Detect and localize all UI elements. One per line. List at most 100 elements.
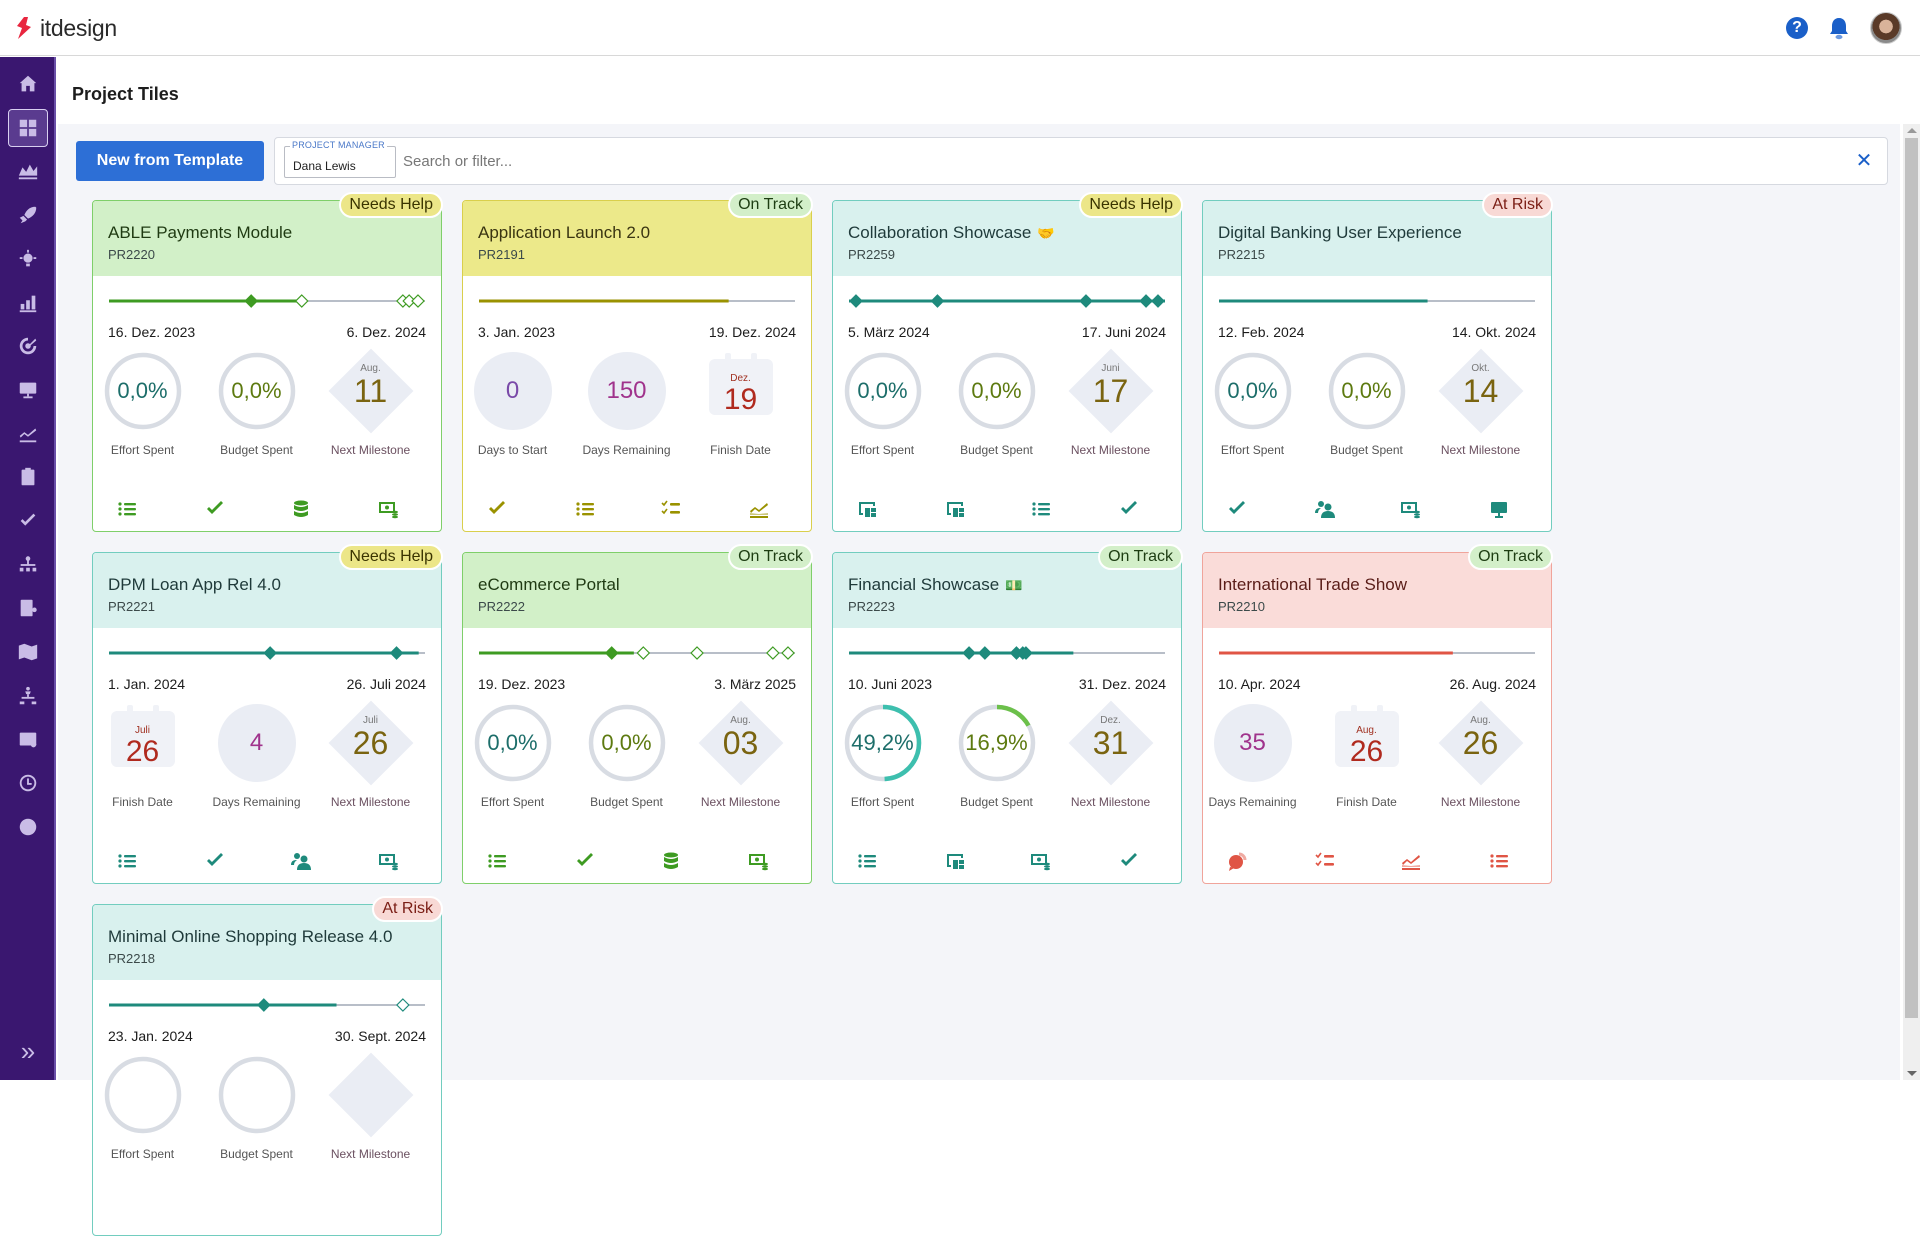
project-tile[interactable]: Application Launch 2.0 PR2191 On Track 3. J… <box>462 192 813 532</box>
milestone-open-marker[interactable] <box>411 294 425 308</box>
checklist-action-button[interactable] <box>657 497 685 521</box>
project-name[interactable]: eCommerce Portal <box>478 575 620 595</box>
milestone-open-marker[interactable] <box>690 646 704 660</box>
project-name[interactable]: Collaboration Showcase 🤝 <box>848 223 1055 243</box>
project-tile[interactable]: Minimal Online Shopping Release 4.0 PR221… <box>92 896 443 1236</box>
database-action-button[interactable] <box>287 497 315 521</box>
bell-icon[interactable] <box>1828 16 1850 40</box>
project-name[interactable]: DPM Loan App Rel 4.0 <box>108 575 281 595</box>
sidebar-item-org-chart[interactable] <box>8 546 48 584</box>
brand-logo[interactable]: itdesign <box>14 14 117 42</box>
check-action-button[interactable] <box>1115 497 1143 521</box>
sidebar-item-admin-settings[interactable] <box>8 808 48 846</box>
team-action-button[interactable] <box>1311 497 1339 521</box>
milestone-open-marker[interactable] <box>766 646 780 660</box>
sidebar-item-resource-requests[interactable] <box>8 721 48 759</box>
scroll-down-arrow[interactable] <box>1907 1071 1917 1076</box>
check-action-button[interactable] <box>1223 497 1251 521</box>
project-tile[interactable]: Collaboration Showcase 🤝 PR2259 Needs Help 5… <box>832 192 1183 532</box>
milestone-done-marker[interactable] <box>962 646 976 660</box>
milestone-done-marker[interactable] <box>389 646 404 660</box>
milestone-done-marker[interactable] <box>244 294 259 308</box>
list-action-button[interactable] <box>483 849 511 873</box>
check-action-button[interactable] <box>201 849 229 873</box>
list-action-button[interactable] <box>571 497 599 521</box>
milestone-done-marker[interactable] <box>256 998 271 1012</box>
sidebar-item-goals[interactable] <box>8 327 48 365</box>
sidebar-item-hierarchy[interactable] <box>8 677 48 715</box>
project-tile[interactable]: Financial Showcase 💵 PR2223 On Track 10. Jun… <box>832 544 1183 884</box>
check-action-button[interactable] <box>483 497 511 521</box>
project-name[interactable]: Minimal Online Shopping Release 4.0 <box>108 927 392 947</box>
list-action-button[interactable] <box>113 849 141 873</box>
database-action-button[interactable] <box>657 849 685 873</box>
project-name[interactable]: Financial Showcase 💵 <box>848 575 1023 595</box>
sidebar-item-tasks[interactable] <box>8 458 48 496</box>
chat-action-button[interactable] <box>1223 849 1251 873</box>
dashboard-action-button[interactable] <box>941 497 969 521</box>
money-action-button[interactable] <box>745 849 773 873</box>
sidebar-item-home[interactable] <box>8 65 48 103</box>
milestone-open-marker[interactable] <box>636 646 651 660</box>
sidebar-item-workflows[interactable] <box>8 589 48 627</box>
sidebar-item-timesheets[interactable] <box>8 764 48 802</box>
money-action-button[interactable] <box>1397 497 1425 521</box>
clear-filter-button[interactable]: ✕ <box>1853 149 1875 172</box>
milestone-done-marker[interactable] <box>849 294 863 308</box>
project-tile[interactable]: International Trade Show PR2210 On Track 10… <box>1202 544 1553 884</box>
new-from-template-button[interactable]: New from Template <box>76 141 264 181</box>
sidebar-item-launch[interactable] <box>8 196 48 234</box>
trend-action-button[interactable] <box>745 497 773 521</box>
sidebar-item-ideas[interactable] <box>8 240 48 278</box>
project-name[interactable]: International Trade Show <box>1218 575 1407 595</box>
milestone-open-marker[interactable] <box>781 646 795 660</box>
project-manager-filter[interactable]: PROJECT MANAGER Dana Lewis <box>284 140 396 178</box>
list-action-button[interactable] <box>113 497 141 521</box>
project-tile[interactable]: Digital Banking User Experience PR2215 At … <box>1202 192 1553 532</box>
sidebar-item-presentations[interactable] <box>8 371 48 409</box>
sidebar-item-reports[interactable] <box>8 284 48 322</box>
money-action-button[interactable] <box>375 497 403 521</box>
project-name[interactable]: Application Launch 2.0 <box>478 223 650 243</box>
milestone-done-marker[interactable] <box>930 294 945 308</box>
milestone-done-marker[interactable] <box>1079 294 1093 308</box>
list-action-button[interactable] <box>1027 497 1055 521</box>
milestone-open-marker[interactable] <box>294 294 309 308</box>
milestone-done-marker[interactable] <box>604 646 619 660</box>
checklist-action-button[interactable] <box>1311 849 1339 873</box>
dashboard-action-button[interactable] <box>941 849 969 873</box>
expand-sidebar-button[interactable]: » <box>8 1032 48 1070</box>
monitor-action-button[interactable] <box>1485 497 1513 521</box>
search-input[interactable] <box>403 148 1803 174</box>
milestone-done-marker[interactable] <box>978 646 992 660</box>
project-tile[interactable]: DPM Loan App Rel 4.0 PR2221 Needs Help 1. J… <box>92 544 443 884</box>
scroll-thumb[interactable] <box>1905 138 1918 1018</box>
user-avatar[interactable] <box>1870 12 1902 44</box>
project-name[interactable]: ABLE Payments Module <box>108 223 292 243</box>
money-action-button[interactable] <box>375 849 403 873</box>
sidebar-item-project-tiles[interactable] <box>8 108 48 147</box>
project-tile[interactable]: ABLE Payments Module PR2220 Needs Help 16. … <box>92 192 443 532</box>
sidebar-item-approvals[interactable] <box>8 502 48 540</box>
project-name[interactable]: Digital Banking User Experience <box>1218 223 1462 243</box>
milestone-done-marker[interactable] <box>1139 294 1153 308</box>
milestone-open-marker[interactable] <box>396 998 410 1012</box>
sidebar-item-portfolio[interactable] <box>8 152 48 190</box>
list-action-button[interactable] <box>1485 849 1513 873</box>
list-action-button[interactable] <box>853 849 881 873</box>
check-action-button[interactable] <box>571 849 599 873</box>
check-action-button[interactable] <box>1115 849 1143 873</box>
vertical-scrollbar[interactable] <box>1903 124 1920 1080</box>
sidebar-item-trends[interactable] <box>8 415 48 453</box>
milestone-done-marker[interactable] <box>263 646 278 660</box>
sidebar-item-roadmap[interactable] <box>8 633 48 671</box>
milestone-done-marker[interactable] <box>1151 294 1165 308</box>
money-action-button[interactable] <box>1027 849 1055 873</box>
project-tile[interactable]: eCommerce Portal PR2222 On Track 19. Dez. 2… <box>462 544 813 884</box>
check-action-button[interactable] <box>201 497 229 521</box>
team-action-button[interactable] <box>287 849 315 873</box>
dashboard-action-button[interactable] <box>853 497 881 521</box>
help-icon[interactable]: ? <box>1786 17 1808 39</box>
trend-action-button[interactable] <box>1397 849 1425 873</box>
scroll-up-arrow[interactable] <box>1907 128 1917 133</box>
